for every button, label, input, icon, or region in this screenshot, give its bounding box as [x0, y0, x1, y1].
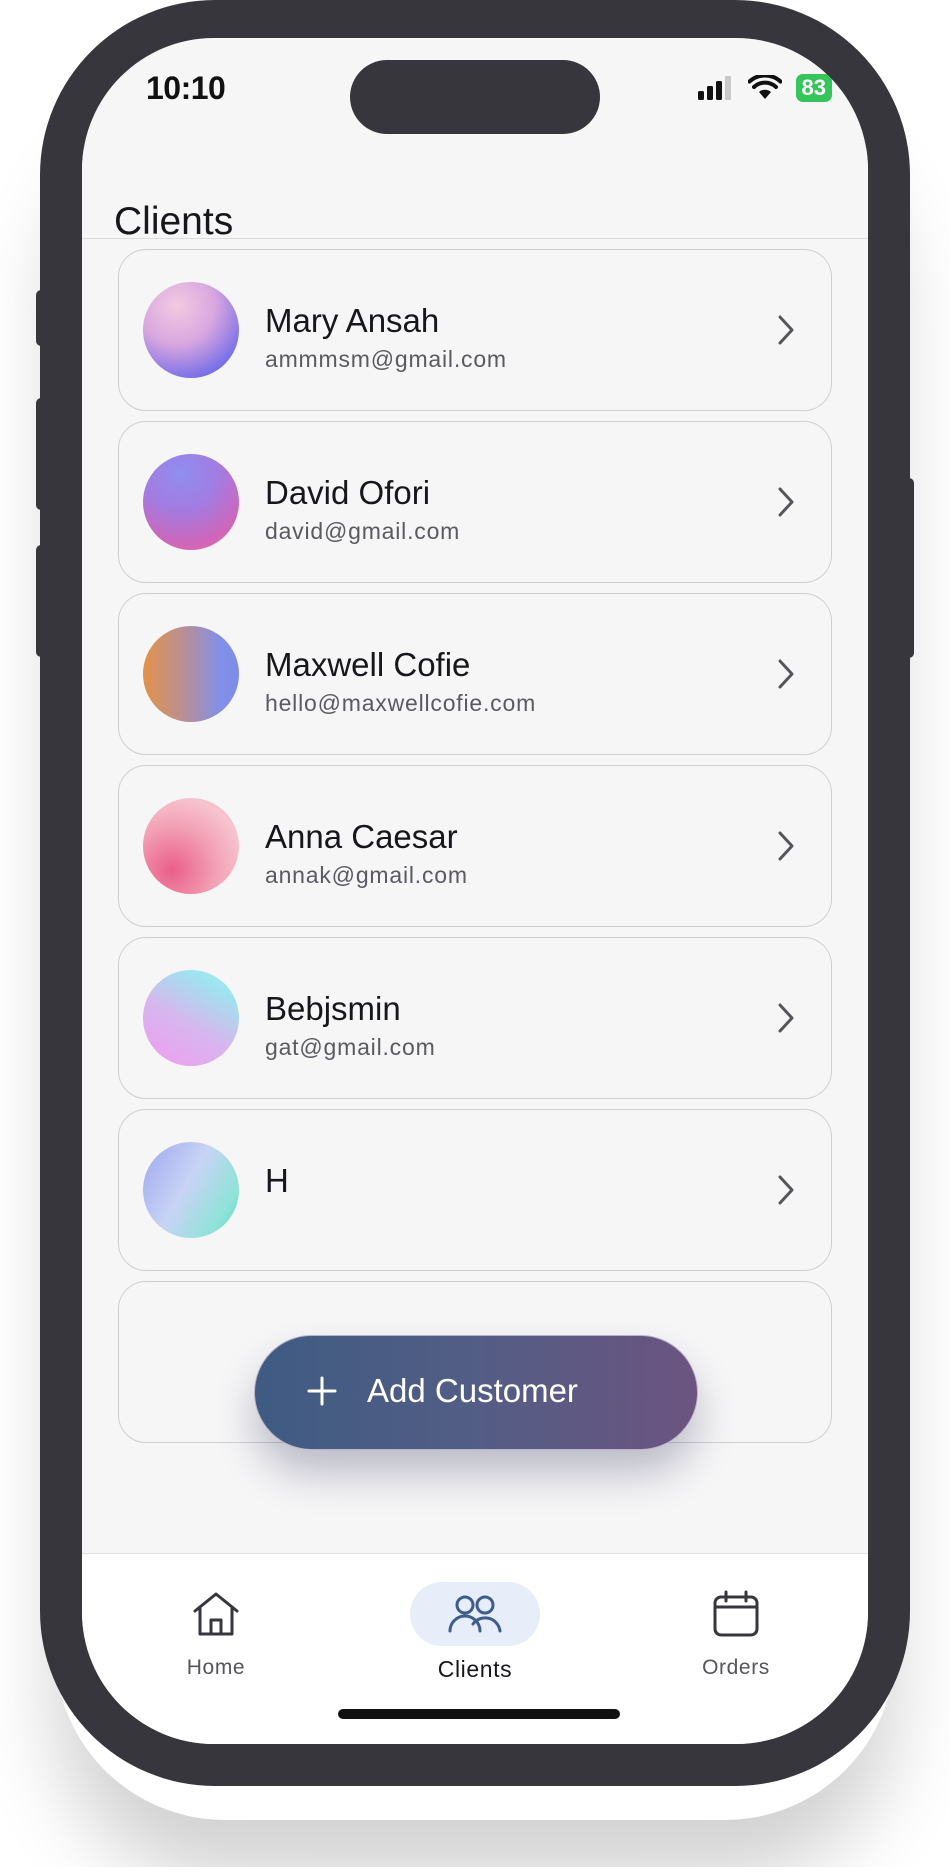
header: Clients [82, 148, 868, 243]
tab-clients-label: Clients [437, 1656, 513, 1682]
tab-clients[interactable]: Clients [395, 1582, 555, 1683]
avatar [143, 282, 239, 378]
power-button [904, 478, 914, 658]
volume-up-button [36, 398, 46, 510]
add-customer-label: Add Customer [367, 1372, 578, 1409]
tab-home-pill [151, 1582, 281, 1646]
home-indicator [338, 1709, 620, 1719]
battery-indicator: 83 [795, 74, 832, 102]
tab-bar: Home Clients Orders [82, 1553, 868, 1744]
avatar [143, 1142, 239, 1238]
client-email: david@gmail.com [265, 518, 461, 544]
client-name: Bebjsmin [265, 990, 401, 1027]
tab-home-label: Home [186, 1656, 246, 1679]
volume-down-button [36, 545, 46, 657]
avatar [143, 970, 239, 1066]
client-email: annak@gmail.com [265, 862, 468, 888]
client-card[interactable]: H [118, 1109, 832, 1271]
avatar [143, 798, 239, 894]
client-card[interactable]: David Ofori david@gmail.com [118, 421, 832, 583]
users-icon [448, 1595, 502, 1633]
client-card[interactable]: Anna Caesar annak@gmail.com [118, 765, 832, 927]
chevron-right-icon [778, 487, 794, 517]
client-card[interactable]: Maxwell Cofie hello@maxwellcofie.com [118, 593, 832, 755]
client-name: Maxwell Cofie [265, 646, 471, 683]
chevron-right-icon [778, 1175, 794, 1205]
tab-orders-pill [671, 1582, 801, 1646]
client-name: H [265, 1162, 289, 1199]
page-title: Clients [114, 200, 234, 243]
tab-orders[interactable]: Orders [656, 1582, 816, 1680]
avatar [143, 454, 239, 550]
plus-icon [307, 1376, 337, 1406]
chevron-right-icon [778, 1003, 794, 1033]
dynamic-island [350, 60, 600, 134]
client-email: gat@gmail.com [265, 1034, 436, 1060]
status-time: 10:10 [146, 70, 226, 106]
avatar [143, 626, 239, 722]
client-email: hello@maxwellcofie.com [265, 690, 537, 716]
chevron-right-icon [778, 659, 794, 689]
client-email: ammmsm@gmail.com [265, 346, 507, 372]
client-name: Mary Ansah [265, 302, 440, 339]
wifi-icon [747, 75, 782, 99]
add-customer-button[interactable]: Add Customer [254, 1335, 698, 1450]
client-name: David Ofori [265, 474, 431, 511]
screen: 10:10 83 Clients Mary Ansah ammmsm@gmail… [82, 38, 868, 1744]
signal-icon [697, 76, 731, 100]
client-card[interactable]: Mary Ansah ammmsm@gmail.com [118, 249, 832, 411]
chevron-right-icon [778, 831, 794, 861]
tab-clients-pill [410, 1582, 540, 1646]
chevron-right-icon [778, 315, 794, 345]
home-icon [193, 1592, 239, 1636]
client-card[interactable]: Bebjsmin gat@gmail.com [118, 937, 832, 1099]
client-name: Anna Caesar [265, 818, 458, 855]
status-icons: 83 [697, 74, 832, 102]
tab-home[interactable]: Home [136, 1582, 296, 1680]
tab-orders-label: Orders [702, 1656, 770, 1679]
calendar-icon [713, 1590, 759, 1637]
action-button [36, 290, 46, 346]
